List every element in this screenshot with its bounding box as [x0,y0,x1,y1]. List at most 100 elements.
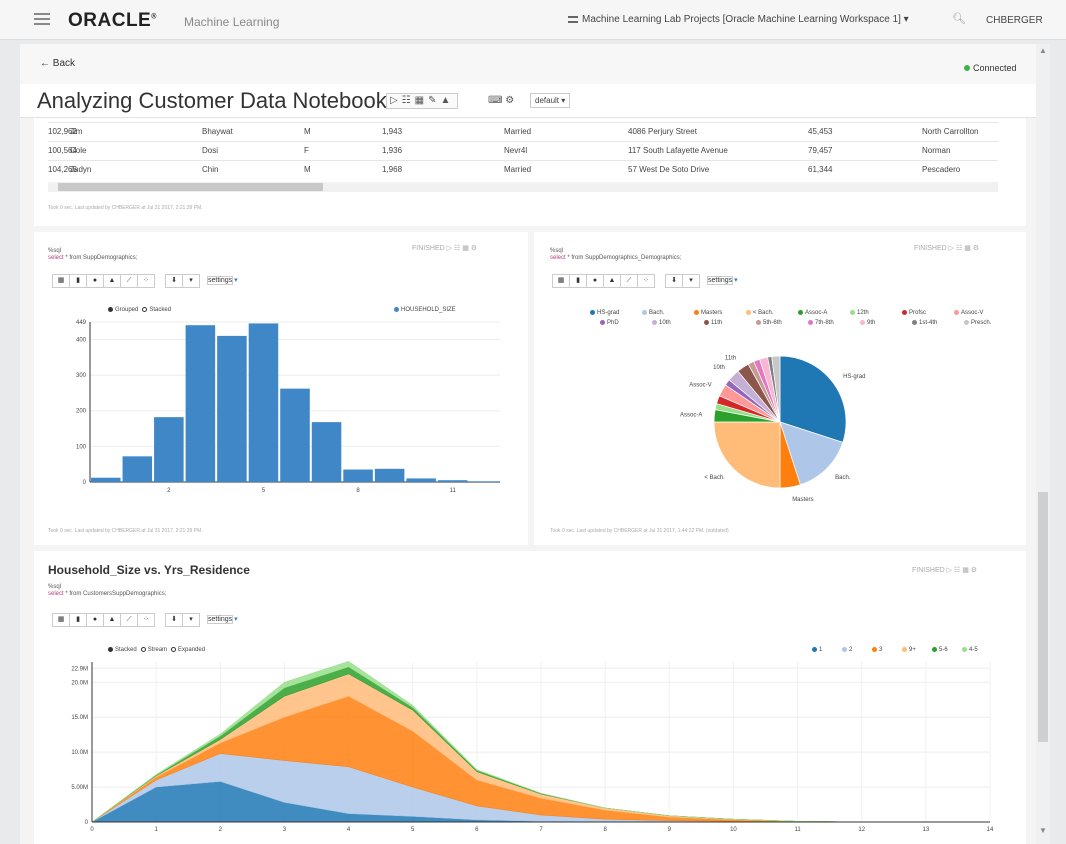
table-view-icon[interactable]: ▦ [52,613,70,627]
bar-chart-icon[interactable]: ▮ [69,274,87,288]
pie-legend-item[interactable]: 5th-6th [752,320,782,326]
pie-legend-item[interactable]: 11th [700,320,722,326]
x-tick-label: 8 [603,827,607,833]
search-icon[interactable]: 🔍︎ [952,12,966,25]
gear-icon[interactable]: ⚙ [973,245,979,252]
settings-label: settings [207,276,234,285]
paragraph-title[interactable]: Household_Size vs. Yrs_Residence [48,563,250,577]
bar-chart-icon[interactable]: ▮ [69,613,87,627]
download-menu-icon[interactable]: ▾ [182,613,200,627]
gear-icon[interactable]: ⚙ [971,567,977,574]
pie-legend-item[interactable]: Presch. [960,320,991,326]
pie-chart-icon[interactable]: ● [86,613,104,627]
edit-icon[interactable]: ✎ [428,95,440,106]
status-dot-icon [964,65,970,71]
notebook-title[interactable]: Analyzing Customer Data Notebook [37,88,387,114]
settings-link[interactable]: settings ▾ [207,274,238,288]
legend-swatch [652,320,657,325]
download-menu-icon[interactable]: ▾ [182,274,200,288]
download-menu-icon[interactable]: ▾ [682,274,700,288]
toggle-output-icon[interactable]: ▦ [964,245,971,252]
user-menu[interactable]: CHBERGER [986,15,1043,26]
bar-chart-icon[interactable]: ▮ [569,274,587,288]
scatter-chart-icon[interactable]: ⁘ [137,613,155,627]
area-sql[interactable]: %sql select * from CustomersSuppDemograp… [48,584,166,598]
status-label: FINISHED [912,567,945,574]
pie-legend-item[interactable]: Masters [690,310,722,316]
download-icon[interactable]: ⬇ [665,274,683,288]
keyboard-icon[interactable]: ⌨ [488,95,502,106]
pie-legend-item[interactable]: 7th-8th [804,320,834,326]
y-tick-label: 200 [76,409,87,415]
scroll-up-icon[interactable]: ▲ [1039,46,1047,55]
line-chart-icon[interactable]: ⟋ [620,274,638,288]
notebook-toolbar[interactable]: ▷☷▦✎▲ [386,93,459,109]
download-icon[interactable]: ⬇ [165,274,183,288]
interpreter-select[interactable]: default ▾ [530,93,571,108]
pie-sql[interactable]: %sql select * from SuppDemographics_Demo… [550,248,681,262]
scatter-chart-icon[interactable]: ⁘ [637,274,655,288]
settings-link[interactable]: settings ▾ [207,613,238,627]
scrollbar-thumb[interactable] [58,183,323,191]
histogram-sql[interactable]: %sql select * from SuppDemographics; [48,248,137,262]
toggle-code-icon[interactable]: ☷ [954,567,960,574]
line-chart-icon[interactable]: ⟋ [120,613,138,627]
toggle-code-icon[interactable]: ☷ [402,95,415,106]
export-icon[interactable]: ▲ [441,95,455,106]
legend-swatch [798,310,803,315]
pie-legend-item[interactable]: 12th [846,310,869,316]
horizontal-scrollbar[interactable] [48,182,998,192]
pie-legend-item[interactable]: < Bach. [742,310,774,316]
table-cell: M [304,165,311,174]
pie-chart-icon[interactable]: ● [86,274,104,288]
pie-chart-icon[interactable]: ● [586,274,604,288]
area-chart-icon[interactable]: ▲ [103,613,121,627]
bar [122,456,153,482]
pie-legend-item[interactable]: Assoc-A [794,310,827,316]
pie-legend-item[interactable]: Assoc-V [950,310,983,316]
toggle-output-icon[interactable]: ▦ [462,245,469,252]
pie-legend-item[interactable]: 9th [856,320,875,326]
table-row[interactable]: 100,564 Cole Dosi F 1,936 Nevr4l 117 South Laf… [48,141,998,159]
area-chart-icon[interactable]: ▲ [603,274,621,288]
project-selector[interactable]: Machine Learning Lab Projects [Oracle Ma… [568,14,909,25]
legend-swatch [704,320,709,325]
pie-legend-item[interactable]: PhD [596,320,619,326]
pie-legend-item[interactable]: 10th [648,320,671,326]
scatter-chart-icon[interactable]: ⁘ [137,274,155,288]
hamburger-menu-icon[interactable] [34,13,50,25]
run-all-icon[interactable]: ▷ [390,95,402,106]
vertical-scrollbar[interactable]: ▲ ▼ [1036,44,1050,844]
download-icon[interactable]: ⬇ [165,613,183,627]
sql-interpreter: %sql [48,248,62,254]
table-view-icon[interactable]: ▦ [552,274,570,288]
run-icon[interactable]: ▷ [947,567,952,574]
toggle-output-icon[interactable]: ▦ [962,567,969,574]
table-view-icon[interactable]: ▦ [52,274,70,288]
gear-icon[interactable]: ⚙ [471,245,477,252]
toggle-output-icon[interactable]: ▦ [415,95,428,106]
back-button[interactable]: ← Back [40,58,75,69]
toggle-code-icon[interactable]: ☷ [956,245,962,252]
pie-legend-item[interactable]: Profsc [898,310,926,316]
x-tick-label: 11 [794,827,801,833]
run-icon[interactable]: ▷ [447,245,452,252]
notebook-settings[interactable]: ⌨ ⚙ [488,95,514,106]
gear-icon[interactable]: ⚙ [505,95,514,106]
run-icon[interactable]: ▷ [949,245,954,252]
settings-link[interactable]: settings ▾ [707,274,738,288]
legend-label: Presch. [971,320,992,327]
scroll-down-icon[interactable]: ▼ [1039,826,1047,835]
legend-label: 10th [659,320,671,327]
table-row[interactable]: 104,265 Jadyn Chin M 1,968 Married 57 West De … [48,160,998,178]
scrollbar-thumb[interactable] [1038,492,1048,742]
pie-legend-item[interactable]: 1st-4th [908,320,937,326]
area-chart-icon[interactable]: ▲ [103,274,121,288]
toggle-code-icon[interactable]: ☷ [454,245,460,252]
line-chart-icon[interactable]: ⟋ [120,274,138,288]
y-tick-label: 20.0M [71,680,88,686]
legend-swatch [912,320,917,325]
table-row[interactable]: 102,962 Jim Bhaywat M 1,943 Married 4086 Perju… [48,122,998,140]
pie-legend-item[interactable]: HS-grad [586,310,619,316]
pie-legend-item[interactable]: Bach. [638,310,664,316]
